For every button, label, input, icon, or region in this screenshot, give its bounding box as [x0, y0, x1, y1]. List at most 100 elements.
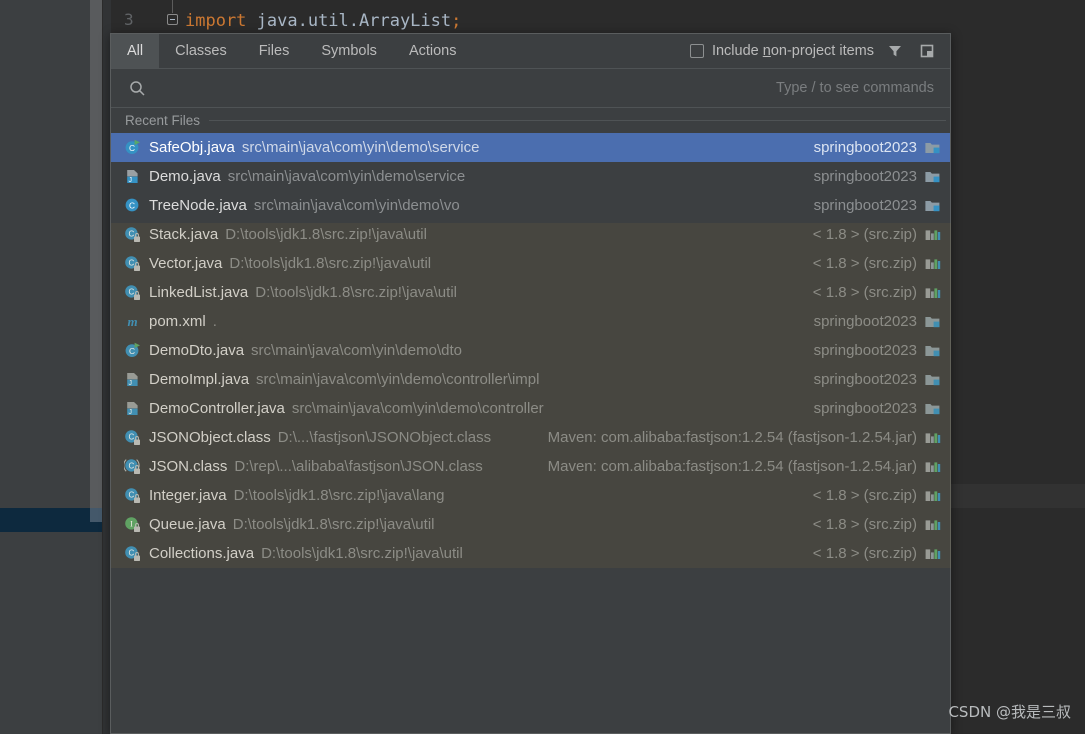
- tab-classes[interactable]: Classes: [159, 34, 243, 68]
- svg-text:I: I: [130, 519, 133, 528]
- svg-text:C: C: [129, 200, 135, 210]
- java-file-icon: J: [124, 168, 142, 186]
- popup-tab-bar: All Classes Files Symbols Actions Includ…: [111, 34, 950, 68]
- include-non-project-items-checkbox[interactable]: Include non-project items: [689, 43, 874, 59]
- library-icon: [924, 255, 942, 273]
- group-header-rule: [209, 120, 946, 121]
- result-module-label: < 1.8 > (src.zip): [812, 284, 917, 301]
- svg-text:C: C: [129, 143, 135, 153]
- table-row[interactable]: C Integer.java D:\tools\jdk1.8\src.zip!\ja…: [111, 481, 950, 510]
- tab-files[interactable]: Files: [243, 34, 306, 68]
- table-row[interactable]: I Queue.java D:\tools\jdk1.8\src.zip!\java…: [111, 510, 950, 539]
- java-interface-locked-icon: I: [124, 516, 142, 534]
- library-icon: [924, 429, 942, 447]
- library-icon: [924, 516, 942, 534]
- result-row-right: Maven: com.alibaba:fastjson:1.2.54 (fast…: [548, 429, 942, 447]
- result-row-right: < 1.8 > (src.zip): [813, 516, 942, 534]
- svg-text:m: m: [127, 314, 137, 329]
- svg-text:J: J: [128, 177, 132, 184]
- search-results-list[interactable]: C SafeObj.java src\main\java\com\yin\demo\…: [111, 133, 950, 568]
- tab-actions[interactable]: Actions: [393, 34, 473, 68]
- svg-text:C: C: [129, 229, 135, 238]
- filter-icon[interactable]: [884, 40, 906, 62]
- result-file-name: pom.xml: [149, 313, 206, 330]
- include-non-project-items-label: Include non-project items: [711, 43, 874, 59]
- result-module-label: < 1.8 > (src.zip): [812, 516, 917, 533]
- result-file-path: D:\...\fastjson\JSONObject.class: [277, 429, 492, 446]
- table-row[interactable]: C DemoDto.java src\main\java\com\yin\demo\…: [111, 336, 950, 365]
- tab-files-label: Files: [258, 43, 290, 59]
- tab-all[interactable]: All: [111, 34, 160, 68]
- table-row[interactable]: m pom.xml. springboot2023: [111, 307, 950, 336]
- library-icon: [924, 487, 942, 505]
- svg-text:J: J: [128, 380, 132, 387]
- java-class-icon: C: [124, 197, 142, 215]
- java-class-locked-icon: C: [124, 255, 142, 273]
- watermark: CSDN @我是三叔: [948, 703, 1071, 721]
- group-header-label: Recent Files: [125, 113, 201, 128]
- search-input[interactable]: [154, 78, 777, 98]
- result-module-label: springboot2023: [813, 139, 917, 156]
- left-panel-scrollbar[interactable]: [90, 0, 102, 508]
- table-row[interactable]: J Demo.java src\main\java\com\yin\demo\ser…: [111, 162, 950, 191]
- popup-empty-area: [111, 568, 950, 733]
- module-folder-icon: [924, 342, 942, 360]
- java-file-icon: J: [124, 400, 142, 418]
- table-row[interactable]: C Stack.java D:\tools\jdk1.8\src.zip!\java…: [111, 220, 950, 249]
- table-row[interactable]: C TreeNode.java src\main\java\com\yin\demo…: [111, 191, 950, 220]
- table-row[interactable]: C JSONObject.class D:\...\fastjson\JSONObj…: [111, 423, 950, 452]
- java-class-locked-icon: C: [124, 284, 142, 302]
- result-file-path: D:\tools\jdk1.8\src.zip!\java\util: [225, 226, 427, 243]
- result-row-right: springboot2023: [814, 342, 942, 360]
- tab-symbols-label: Symbols: [321, 43, 377, 59]
- module-folder-icon: [924, 139, 942, 157]
- svg-text:C: C: [129, 287, 135, 296]
- result-file-path: D:\tools\jdk1.8\src.zip!\java\util: [255, 284, 457, 301]
- table-row[interactable]: C JSON.class D:\rep\...\alibaba\fastjson\J…: [111, 452, 950, 481]
- result-file-path: src\main\java\com\yin\demo\vo: [253, 197, 460, 214]
- result-module-label: springboot2023: [813, 371, 917, 388]
- checkbox-box[interactable]: [689, 44, 704, 58]
- result-row-right: springboot2023: [814, 197, 942, 215]
- svg-text:C: C: [129, 432, 135, 441]
- result-file-name: JSON.class: [149, 458, 228, 475]
- library-icon: [924, 545, 942, 563]
- svg-text:C: C: [129, 258, 135, 267]
- result-file-path: src\main\java\com\yin\demo\controller: [291, 400, 544, 417]
- svg-text:C: C: [129, 490, 135, 499]
- result-module-label: < 1.8 > (src.zip): [812, 487, 917, 504]
- svg-text:C: C: [129, 346, 135, 356]
- result-file-name: SafeObj.java: [149, 139, 235, 156]
- result-file-name: DemoController.java: [149, 400, 285, 417]
- table-row[interactable]: J DemoImpl.java src\main\java\com\yin\demo…: [111, 365, 950, 394]
- module-folder-icon: [924, 400, 942, 418]
- open-in-panel-icon[interactable]: [916, 40, 938, 62]
- result-file-name: TreeNode.java: [149, 197, 247, 214]
- library-icon: [924, 284, 942, 302]
- table-row[interactable]: C Collections.java D:\tools\jdk1.8\src.zip…: [111, 539, 950, 568]
- result-module-label: springboot2023: [813, 400, 917, 417]
- result-module-label: springboot2023: [813, 168, 917, 185]
- java-class-locked-icon: C: [124, 429, 142, 447]
- code-expression: java.util.ArrayList: [246, 11, 452, 31]
- java-class-runnable-icon: C: [124, 342, 142, 360]
- result-module-label: springboot2023: [813, 197, 917, 214]
- left-panel-selected-row[interactable]: [0, 508, 102, 532]
- left-panel-scrollbar-thumb[interactable]: [90, 508, 102, 522]
- result-row-right: springboot2023: [814, 313, 942, 331]
- table-row[interactable]: J DemoController.java src\main\java\com\yi…: [111, 394, 950, 423]
- result-file-name: DemoImpl.java: [149, 371, 250, 388]
- result-module-label: < 1.8 > (src.zip): [812, 255, 917, 272]
- tab-all-label: All: [127, 43, 144, 59]
- svg-text:J: J: [128, 409, 132, 416]
- table-row[interactable]: C SafeObj.java src\main\java\com\yin\demo\…: [111, 133, 950, 162]
- table-row[interactable]: C LinkedList.java D:\tools\jdk1.8\src.zip!…: [111, 278, 950, 307]
- code-fold-collapse-icon[interactable]: [167, 14, 178, 25]
- code-keyword: import: [185, 11, 247, 31]
- module-folder-icon: [924, 313, 942, 331]
- java-class-runnable-icon: C: [124, 139, 142, 157]
- table-row[interactable]: C Vector.java D:\tools\jdk1.8\src.zip!\jav…: [111, 249, 950, 278]
- search-commands-hint: Type / to see commands: [776, 80, 934, 96]
- result-file-path: src\main\java\com\yin\demo\dto: [251, 342, 462, 359]
- tab-symbols[interactable]: Symbols: [305, 34, 393, 68]
